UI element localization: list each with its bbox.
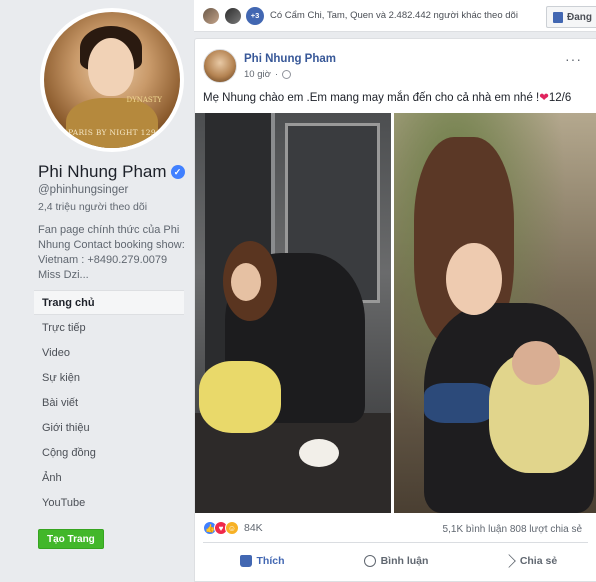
friends-follow-bar: +3 Có Cẩm Chi, Tam, Quen và 2.482.442 ng… bbox=[194, 0, 596, 32]
like-button[interactable]: Thích bbox=[195, 547, 329, 575]
avatar-logo-text: PARIS BY NIGHT 129 bbox=[68, 128, 156, 137]
more-friends-badge[interactable]: +3 bbox=[246, 6, 264, 25]
page-nav: Trang chủ Trực tiếp Video Sự kiện Bài vi… bbox=[34, 290, 184, 516]
more-options-icon[interactable]: ··· bbox=[565, 51, 582, 67]
photo-face-shape bbox=[231, 263, 261, 301]
post-author-avatar[interactable] bbox=[203, 49, 237, 83]
following-button[interactable]: Đang bbox=[546, 6, 596, 28]
friends-follow-text: Có Cẩm Chi, Tam, Quen và 2.482.442 người… bbox=[270, 10, 518, 21]
globe-icon bbox=[282, 70, 292, 79]
post-header: Phi Nhung Pham 10 giờ · bbox=[203, 49, 336, 83]
nav-item-about[interactable]: Giới thiệu bbox=[34, 416, 184, 441]
reactions-summary[interactable]: 👍 ♥ ☺ 84K bbox=[203, 521, 263, 535]
avatar-dynasty-text: DYNASTY bbox=[126, 96, 163, 104]
photo-face-shape bbox=[446, 243, 502, 315]
post-text-date: 12/6 bbox=[548, 92, 572, 104]
left-sidebar: DYNASTY PARIS BY NIGHT 129 Phi Nhung Pha… bbox=[0, 0, 190, 582]
post-photo[interactable] bbox=[195, 113, 391, 513]
friend-avatar[interactable] bbox=[202, 6, 220, 25]
avatar-body-shape bbox=[66, 98, 158, 148]
like-label: Thích bbox=[256, 555, 285, 567]
comment-button[interactable]: Bình luận bbox=[329, 547, 463, 575]
divider bbox=[203, 542, 588, 543]
post-photos bbox=[195, 113, 596, 513]
post-text-body: Mẹ Nhung chào em .Em mang may mắn đến ch… bbox=[203, 92, 540, 104]
bookmark-icon bbox=[553, 11, 563, 23]
nav-item-events[interactable]: Sự kiện bbox=[34, 366, 184, 391]
photo-jeans-shape bbox=[424, 383, 494, 423]
share-button[interactable]: Chia sẻ bbox=[463, 547, 596, 575]
followers-count: 2,4 triệu người theo dõi bbox=[38, 201, 148, 213]
post-actions: Thích Bình luận Chia sẻ bbox=[195, 547, 596, 575]
comment-share-stats[interactable]: 5,1K bình luận 808 lượt chia sẻ bbox=[443, 524, 582, 535]
photo-slipper-shape bbox=[299, 439, 339, 467]
comment-label: Bình luận bbox=[380, 555, 429, 567]
post-timestamp[interactable]: 10 giờ bbox=[244, 69, 271, 80]
nav-item-community[interactable]: Cộng đồng bbox=[34, 441, 184, 466]
post-author-name[interactable]: Phi Nhung Pham bbox=[244, 53, 336, 65]
thumbs-up-icon bbox=[239, 555, 252, 567]
heart-emoji-icon: ❤ bbox=[539, 92, 549, 104]
post-text: Mẹ Nhung chào em .Em mang may mắn đến ch… bbox=[203, 90, 571, 104]
share-icon bbox=[502, 554, 516, 568]
page-title[interactable]: Phi Nhung Pham ✓ bbox=[38, 162, 185, 182]
haha-reaction-icon: ☺ bbox=[225, 521, 239, 535]
post-photo[interactable] bbox=[394, 113, 596, 513]
post-card: Phi Nhung Pham 10 giờ · ··· Mẹ Nhung chà… bbox=[194, 38, 596, 582]
profile-avatar[interactable]: DYNASTY PARIS BY NIGHT 129 bbox=[40, 8, 184, 152]
following-button-label: Đang bbox=[567, 11, 592, 23]
nav-item-posts[interactable]: Bài viết bbox=[34, 391, 184, 416]
avatar-image: DYNASTY PARIS BY NIGHT 129 bbox=[44, 12, 180, 148]
friend-avatar[interactable] bbox=[224, 6, 242, 25]
verified-badge-icon: ✓ bbox=[170, 165, 185, 179]
reaction-count[interactable]: 84K bbox=[244, 522, 263, 534]
nav-item-photos[interactable]: Ảnh bbox=[34, 466, 184, 491]
create-page-button[interactable]: Tạo Trang bbox=[38, 529, 104, 549]
avatar-face-shape bbox=[88, 38, 134, 96]
photo-baby-shape bbox=[199, 361, 281, 433]
nav-item-youtube[interactable]: YouTube bbox=[34, 491, 184, 516]
comment-icon bbox=[363, 555, 376, 567]
share-label: Chia sẻ bbox=[519, 555, 558, 567]
profile-name[interactable]: Phi Nhung Pham bbox=[38, 162, 167, 182]
post-meta: 10 giờ · bbox=[244, 69, 336, 80]
nav-item-live[interactable]: Trực tiếp bbox=[34, 316, 184, 341]
profile-handle[interactable]: @phinhungsinger bbox=[38, 184, 128, 196]
photo-baby-face-shape bbox=[512, 341, 560, 385]
nav-item-home[interactable]: Trang chủ bbox=[34, 290, 184, 315]
page-about-text: Fan page chính thức của Phi Nhung Contac… bbox=[38, 224, 185, 281]
nav-item-video[interactable]: Video bbox=[34, 341, 184, 366]
